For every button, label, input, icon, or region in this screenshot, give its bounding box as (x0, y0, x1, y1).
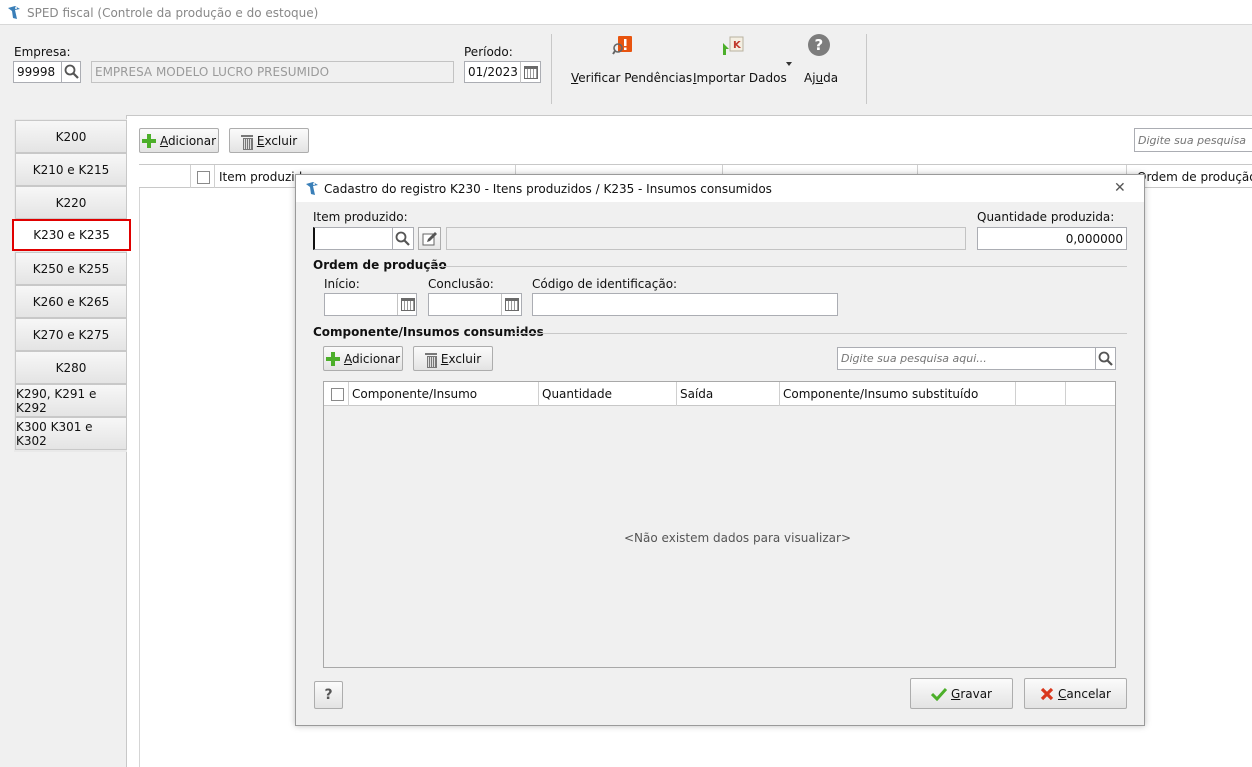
k230-dialog: Cadastro do registro K230 - Itens produz… (295, 174, 1145, 726)
trash-icon (424, 352, 437, 368)
tab-k260-e-k265[interactable]: K260 e K265 (15, 285, 127, 318)
insumo-select-all-checkbox[interactable] (331, 388, 344, 401)
import-icon: K (723, 36, 744, 55)
empty-grid-message: <Não existem dados para visualizar> (624, 531, 852, 545)
app-bird-icon (8, 6, 20, 19)
toolbar-end-separator (866, 34, 867, 104)
item-edit-button[interactable] (418, 227, 441, 250)
plus-icon (141, 133, 156, 148)
calendar-icon (400, 298, 415, 311)
main-search-input[interactable] (1134, 128, 1252, 152)
insumos-section-title: Componente/Insumos consumidos (313, 325, 544, 339)
verificar-label: erificar Pendências (578, 71, 693, 85)
insumos-grid-header: Componente/Insumo Quantidade Saída Compo… (324, 382, 1115, 406)
empresa-code-input[interactable] (13, 61, 62, 83)
svg-text:K: K (733, 40, 742, 51)
dialog-help-button[interactable]: ? (314, 681, 343, 709)
main-col-ordem[interactable]: Ordem de produção (1137, 170, 1252, 184)
periodo-label: Período: (464, 45, 513, 59)
empresa-label: Empresa: (14, 45, 71, 59)
dialog-title: Cadastro do registro K230 - Itens produz… (324, 182, 772, 196)
tab-k210-e-k215[interactable]: K210 e K215 (15, 153, 127, 186)
inicio-calendar-button[interactable] (397, 294, 417, 315)
app-bird-icon (306, 182, 318, 195)
codigo-input[interactable] (532, 293, 838, 316)
edit-icon (422, 232, 437, 246)
empresa-name-field (91, 61, 454, 83)
conclusao-label: Conclusão: (428, 277, 494, 291)
ordem-section-title: Ordem de produção (313, 258, 447, 272)
tab-k270-e-k275[interactable]: K270 e K275 (15, 318, 127, 351)
tab-k280[interactable]: K280 (15, 351, 127, 384)
cancelar-button[interactable]: Cancelar (1024, 678, 1127, 709)
col-saida[interactable]: Saída (677, 382, 780, 406)
checkmark-icon (931, 687, 947, 701)
col-substituido[interactable]: Componente/Insumo substituído (780, 382, 1016, 406)
calendar-icon (504, 298, 519, 311)
col-extra-1 (1016, 382, 1066, 406)
importar-dados-button[interactable]: K Importar Dados (688, 32, 787, 90)
conclusao-calendar-button[interactable] (501, 294, 521, 315)
codigo-label: Código de identificação: (532, 277, 678, 291)
insumo-search-input[interactable] (837, 347, 1096, 370)
tab-k290-k291-e-k292[interactable]: K290, K291 e K292 (15, 384, 127, 417)
dialog-title-bar: Cadastro do registro K230 - Itens produz… (296, 175, 1144, 202)
calendar-icon (523, 66, 538, 79)
pending-check-icon (612, 36, 632, 55)
tab-k300-k301-e-k302[interactable]: K300 K301 e K302 (15, 417, 127, 450)
plus-icon (325, 351, 340, 366)
help-icon: ? (808, 34, 830, 56)
main-select-all-checkbox[interactable] (197, 171, 210, 184)
inicio-label: Início: (324, 277, 360, 291)
item-description-field (446, 227, 966, 250)
trash-icon (240, 134, 253, 150)
cancel-x-icon (1040, 687, 1054, 700)
importar-label: mportar Dados (696, 71, 787, 85)
empresa-search-button[interactable] (61, 61, 81, 83)
window-title: SPED fiscal (Controle da produção e do e… (27, 6, 319, 20)
search-icon (64, 64, 79, 79)
quantidade-input[interactable] (977, 227, 1127, 250)
tab-k250-e-k255[interactable]: K250 e K255 (15, 252, 127, 285)
search-icon (395, 231, 410, 246)
tab-k220[interactable]: K220 (15, 186, 127, 219)
item-produzido-label: Item produzido: (313, 210, 408, 224)
col-quantidade[interactable]: Quantidade (539, 382, 677, 406)
svg-text:?: ? (815, 36, 824, 54)
importar-dropdown-arrow[interactable] (786, 62, 792, 66)
toolbar-separator (551, 34, 552, 104)
close-icon[interactable]: ✕ (1114, 180, 1126, 196)
insumos-grid: Componente/Insumo Quantidade Saída Compo… (323, 381, 1116, 668)
add-button[interactable]: Adicionar (139, 128, 219, 153)
title-bar: SPED fiscal (Controle da produção e do e… (0, 0, 1252, 25)
periodo-calendar-button[interactable] (520, 62, 540, 83)
verificar-pendencias-button[interactable]: Verificar Pendências (566, 32, 692, 90)
tab-k230-e-k235[interactable]: K230 e K235 (12, 219, 131, 251)
insumo-add-button[interactable]: Adicionar (323, 346, 403, 371)
col-componente[interactable]: Componente/Insumo (349, 382, 539, 406)
search-icon (1098, 351, 1113, 366)
item-search-button[interactable] (392, 227, 414, 250)
quantidade-label: Quantidade produzida: (977, 210, 1115, 224)
item-produzido-input[interactable] (313, 227, 393, 250)
ajuda-button[interactable]: ? Ajuda (798, 32, 842, 90)
delete-button[interactable]: Excluir (229, 128, 309, 153)
insumo-search-button[interactable] (1095, 347, 1116, 370)
gravar-button[interactable]: Gravar (910, 678, 1013, 709)
tab-k200[interactable]: K200 (15, 120, 127, 153)
insumo-delete-button[interactable]: Excluir (413, 346, 493, 371)
